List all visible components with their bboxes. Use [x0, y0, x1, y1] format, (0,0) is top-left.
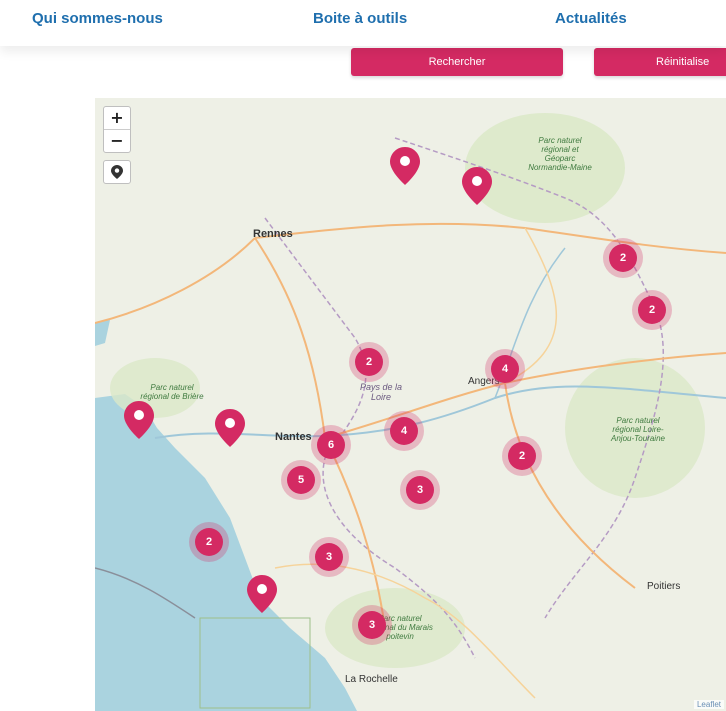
map-marker-pin[interactable] — [214, 408, 246, 448]
map-marker-pin[interactable] — [246, 574, 278, 614]
place-label-rennes: Rennes — [253, 228, 293, 240]
search-button[interactable]: Rechercher — [351, 48, 563, 76]
top-navigation: Qui sommes-nous Boite à outils Actualité… — [0, 0, 726, 46]
marker-cluster[interactable]: 6 — [311, 425, 351, 465]
cluster-count: 2 — [638, 296, 666, 324]
cluster-count: 5 — [287, 466, 315, 494]
marker-cluster[interactable]: 4 — [485, 349, 525, 389]
zoom-in-button[interactable]: + — [104, 107, 130, 129]
cluster-count: 2 — [355, 348, 383, 376]
road — [254, 237, 326, 439]
place-label-nantes: Nantes — [275, 431, 312, 443]
cluster-count: 2 — [195, 528, 223, 556]
marker-cluster[interactable]: 5 — [281, 460, 321, 500]
marker-cluster[interactable]: 2 — [632, 290, 672, 330]
map-pin-icon — [247, 575, 277, 613]
map-pin-icon — [124, 401, 154, 439]
marker-cluster[interactable]: 2 — [502, 436, 542, 476]
cluster-count: 4 — [491, 355, 519, 383]
cluster-count: 3 — [406, 476, 434, 504]
cluster-count: 2 — [609, 244, 637, 272]
map-container[interactable]: Rennes Nantes Angers Poitiers La Rochell… — [95, 98, 726, 711]
road — [254, 222, 726, 254]
place-label-la-rochelle: La Rochelle — [345, 674, 398, 685]
location-pin-icon — [111, 165, 123, 179]
zoom-out-button[interactable]: − — [104, 129, 130, 152]
nav-link-boite-a-outils[interactable]: Boite à outils — [313, 10, 407, 27]
park-label-loire-anjou: Parc naturel régional Loire-Anjou-Tourai… — [611, 416, 665, 443]
map-attribution[interactable]: Leaflet — [693, 700, 724, 709]
marker-cluster[interactable]: 3 — [400, 470, 440, 510]
reset-button[interactable]: Réinitialise — [594, 48, 726, 76]
map-pin-icon — [215, 409, 245, 447]
region-label-pays-de-la-loire: Pays de la Loire — [359, 382, 403, 402]
marker-cluster[interactable]: 2 — [189, 522, 229, 562]
map-marker-pin[interactable] — [123, 400, 155, 440]
map-pin-icon — [462, 167, 492, 205]
cluster-count: 3 — [358, 611, 386, 639]
park-label-normandie-maine: Parc naturel régional et Géoparc Normand… — [528, 136, 592, 172]
nav-link-qui-sommes-nous[interactable]: Qui sommes-nous — [32, 10, 163, 27]
map-marker-pin[interactable] — [461, 166, 493, 206]
road — [95, 237, 256, 324]
cluster-count: 6 — [317, 431, 345, 459]
marker-cluster[interactable]: 4 — [384, 411, 424, 451]
place-label-poitiers: Poitiers — [647, 581, 681, 592]
cluster-count: 4 — [390, 417, 418, 445]
marker-cluster[interactable]: 2 — [349, 342, 389, 382]
nav-link-actualites[interactable]: Actualités — [555, 10, 627, 27]
cluster-count: 3 — [315, 543, 343, 571]
map-pin-icon — [390, 147, 420, 185]
locate-button[interactable] — [103, 160, 131, 184]
marker-cluster[interactable]: 3 — [352, 605, 392, 645]
map-marker-pin[interactable] — [389, 146, 421, 186]
sea-area-north — [95, 320, 110, 346]
zoom-control: + − — [103, 106, 131, 153]
park-label-briere: Parc naturel régional de Brière — [140, 383, 204, 401]
marker-cluster[interactable]: 3 — [309, 537, 349, 577]
cluster-count: 2 — [508, 442, 536, 470]
marker-cluster[interactable]: 2 — [603, 238, 643, 278]
